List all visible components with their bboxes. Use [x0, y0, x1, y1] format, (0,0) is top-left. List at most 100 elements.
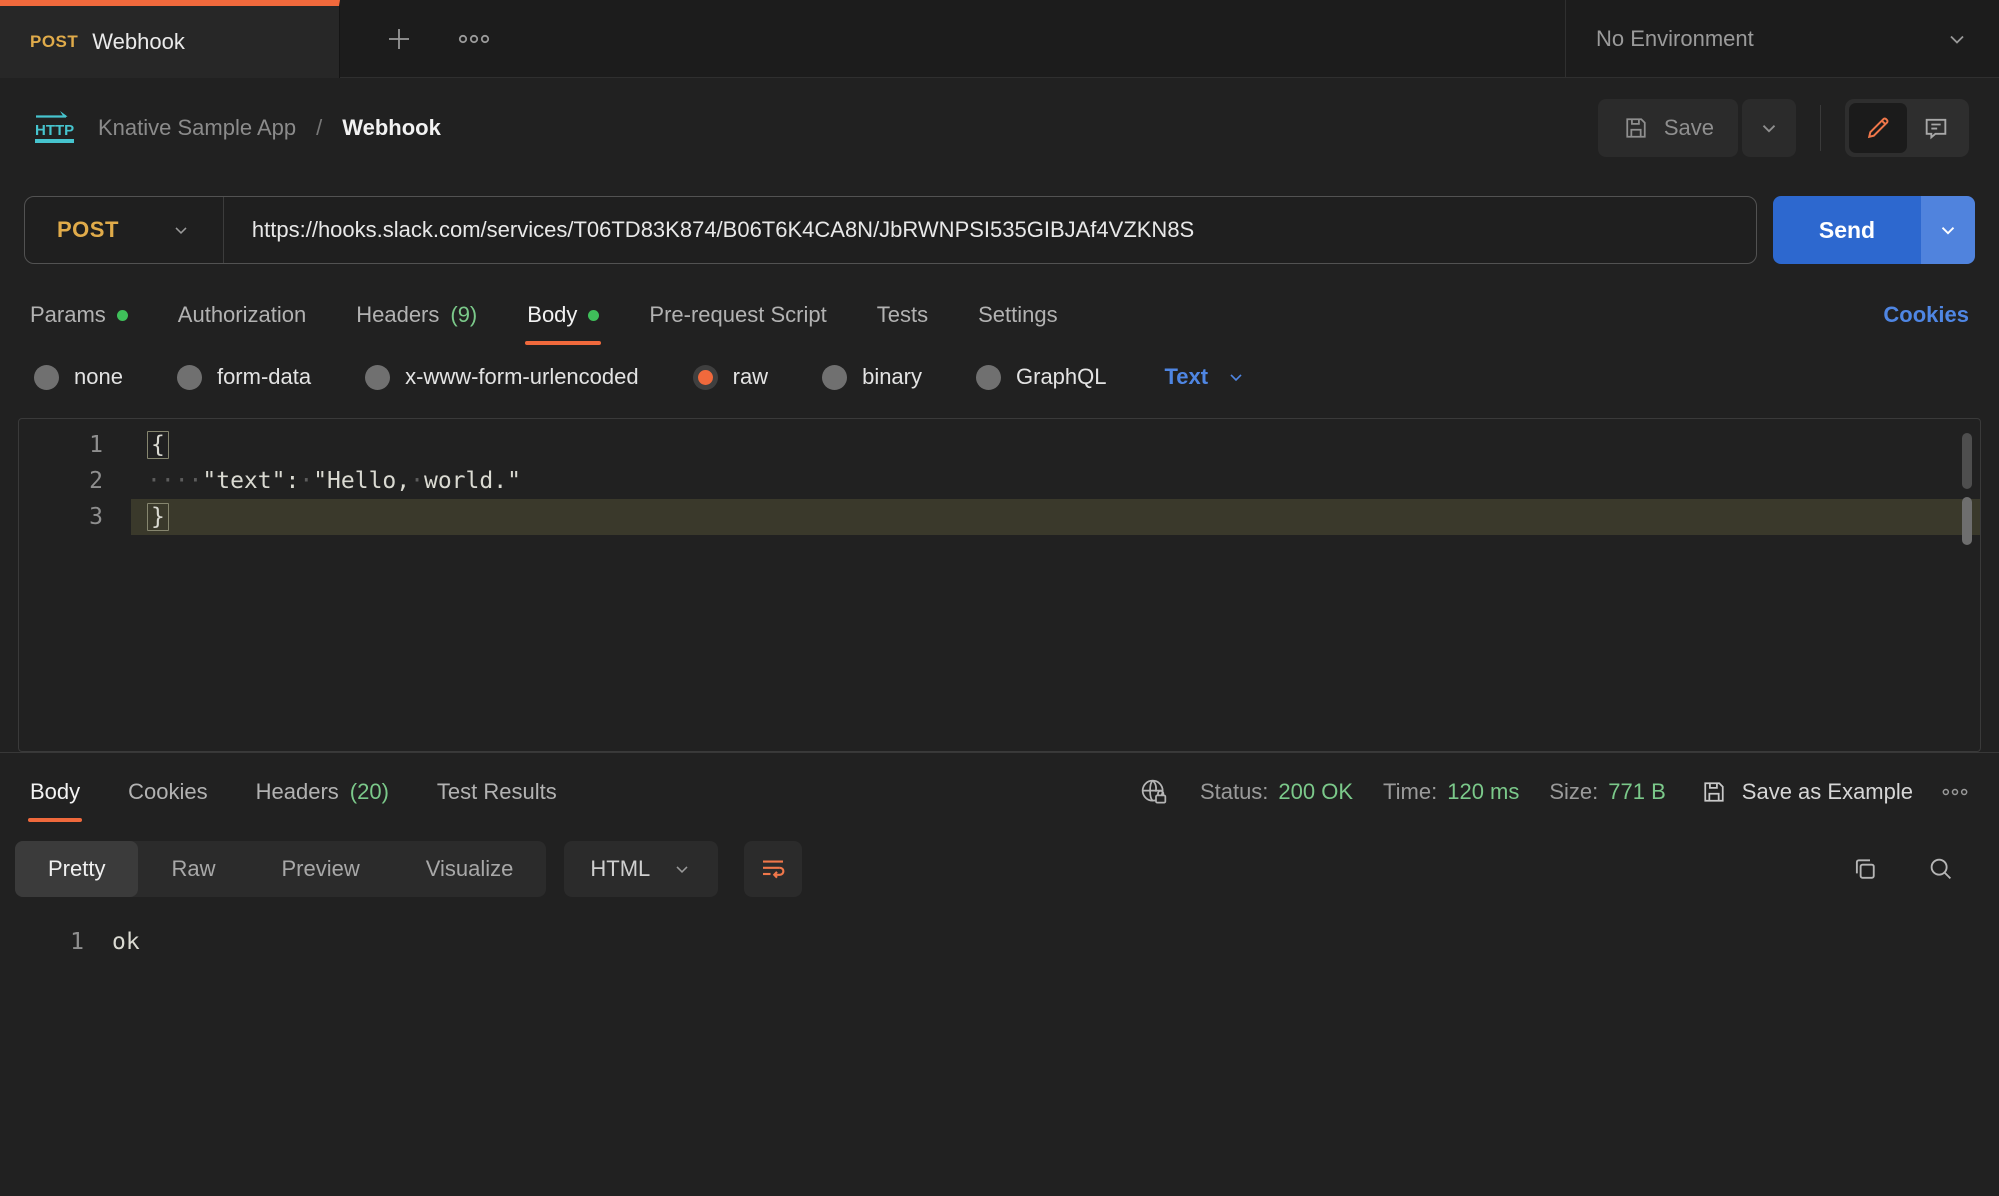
- copy-response-icon[interactable]: [1850, 854, 1880, 884]
- breadcrumb: HTTP Knative Sample App / Webhook: [30, 108, 1598, 148]
- mode-graphql[interactable]: GraphQL: [976, 364, 1107, 390]
- response-body-text: ok: [112, 929, 140, 955]
- response-tab-test-results[interactable]: Test Results: [437, 779, 557, 805]
- tab-prerequest-script[interactable]: Pre-request Script: [649, 302, 826, 328]
- cookies-link[interactable]: Cookies: [1883, 302, 1969, 328]
- floppy-disk-icon: [1700, 778, 1728, 806]
- view-raw-label: Raw: [171, 856, 215, 882]
- status-label: Status:: [1200, 779, 1268, 805]
- open-request-tab[interactable]: POST Webhook: [0, 0, 340, 78]
- tab-title: Webhook: [92, 29, 185, 55]
- response-tab-body[interactable]: Body: [30, 779, 80, 805]
- raw-language-dropdown[interactable]: Text: [1165, 364, 1247, 390]
- response-more-options-icon[interactable]: [1941, 787, 1969, 797]
- tab-settings-label: Settings: [978, 302, 1058, 328]
- editor-code: ····"text":·"Hello,·world.": [131, 463, 1980, 499]
- url-row: POST https://hooks.slack.com/services/T0…: [24, 196, 1975, 264]
- mode-urlencoded[interactable]: x-www-form-urlencoded: [365, 364, 639, 390]
- tab-settings[interactable]: Settings: [978, 302, 1058, 328]
- radio-graphql-icon: [976, 365, 1001, 390]
- headers-count-badge: (9): [450, 302, 477, 328]
- editor-line-2: 2 ····"text":·"Hello,·world.": [19, 463, 1980, 499]
- environment-label: No Environment: [1596, 26, 1933, 52]
- mode-raw[interactable]: raw: [693, 364, 768, 390]
- tab-params[interactable]: Params: [30, 302, 128, 328]
- breadcrumb-collection[interactable]: Knative Sample App: [98, 115, 296, 141]
- view-visualize[interactable]: Visualize: [393, 841, 547, 897]
- wrap-lines-button[interactable]: [744, 841, 802, 897]
- save-as-example-label: Save as Example: [1742, 779, 1913, 805]
- response-tab-body-label: Body: [30, 779, 80, 805]
- new-tab-button[interactable]: [384, 24, 414, 54]
- view-preview[interactable]: Preview: [248, 841, 392, 897]
- chevron-down-icon: [171, 220, 191, 240]
- request-tabbar: POST Webhook No Environment: [0, 0, 1999, 78]
- response-tab-headers[interactable]: Headers (20): [256, 779, 389, 805]
- svg-text:HTTP: HTTP: [35, 122, 74, 139]
- mode-none[interactable]: none: [34, 364, 123, 390]
- mode-binary-label: binary: [862, 364, 922, 390]
- tab-method-badge: POST: [30, 32, 78, 52]
- tab-headers[interactable]: Headers (9): [356, 302, 477, 328]
- editor-line-1: 1 {: [19, 427, 1980, 463]
- comments-button[interactable]: [1907, 103, 1965, 153]
- response-tab-cookies[interactable]: Cookies: [128, 779, 207, 805]
- save-options-button[interactable]: [1742, 99, 1796, 157]
- method-dropdown[interactable]: POST: [25, 217, 223, 243]
- editor-cursor-marker[interactable]: [1962, 497, 1972, 545]
- tab-body[interactable]: Body: [527, 302, 599, 328]
- view-visualize-label: Visualize: [426, 856, 514, 882]
- view-raw[interactable]: Raw: [138, 841, 248, 897]
- environment-selector[interactable]: No Environment: [1565, 0, 1999, 77]
- header-divider: [1820, 105, 1821, 151]
- response-format-dropdown[interactable]: HTML: [564, 841, 718, 897]
- response-toolbar: Pretty Raw Preview Visualize HTML: [0, 841, 1999, 897]
- status-value: 200 OK: [1278, 779, 1353, 805]
- url-input[interactable]: https://hooks.slack.com/services/T06TD83…: [224, 217, 1222, 243]
- response-tabs: Body Cookies Headers (20) Test Results: [30, 779, 557, 805]
- close-brace: }: [147, 503, 169, 531]
- search-response-icon[interactable]: [1926, 854, 1956, 884]
- send-button[interactable]: Send: [1773, 196, 1921, 264]
- comment-bubble-icon: [1922, 114, 1950, 142]
- save-as-example-button[interactable]: Save as Example: [1700, 778, 1913, 806]
- chevron-down-icon: [1226, 367, 1246, 387]
- save-button[interactable]: Save: [1598, 99, 1738, 157]
- time-label: Time:: [1383, 779, 1437, 805]
- body-modified-dot: [588, 310, 599, 321]
- mode-form-data[interactable]: form-data: [177, 364, 311, 390]
- radio-binary-icon: [822, 365, 847, 390]
- tab-prerequest-label: Pre-request Script: [649, 302, 826, 328]
- edit-documentation-button[interactable]: [1849, 103, 1907, 153]
- view-preview-label: Preview: [281, 856, 359, 882]
- params-modified-dot: [117, 310, 128, 321]
- response-view-switcher: Pretty Raw Preview Visualize: [15, 841, 546, 897]
- tab-more-options-icon[interactable]: [458, 33, 490, 45]
- mode-form-data-label: form-data: [217, 364, 311, 390]
- view-pretty-label: Pretty: [48, 856, 105, 882]
- send-options-button[interactable]: [1921, 196, 1975, 264]
- radio-urlencoded-icon: [365, 365, 390, 390]
- response-format-label: HTML: [590, 856, 650, 882]
- tab-params-label: Params: [30, 302, 106, 328]
- response-body-line[interactable]: 1 ok: [0, 929, 1999, 955]
- line-number: 2: [19, 468, 131, 494]
- tab-tests[interactable]: Tests: [877, 302, 928, 328]
- response-tab-test-results-label: Test Results: [437, 779, 557, 805]
- radio-raw-selected-icon: [693, 365, 718, 390]
- time-value: 120 ms: [1447, 779, 1519, 805]
- tabbar-spacer: [534, 0, 1565, 77]
- http-protocol-icon: HTTP: [30, 108, 78, 148]
- view-pretty[interactable]: Pretty: [15, 841, 138, 897]
- breadcrumb-request-name[interactable]: Webhook: [342, 115, 441, 141]
- radio-form-data-icon: [177, 365, 202, 390]
- response-time: Time: 120 ms: [1383, 779, 1519, 805]
- floppy-disk-icon: [1622, 114, 1650, 142]
- globe-lock-icon[interactable]: [1138, 776, 1170, 808]
- request-body-editor[interactable]: 1 { 2 ····"text":·"Hello,·world." 3 }: [18, 418, 1981, 752]
- editor-scrollbar-thumb[interactable]: [1962, 433, 1972, 489]
- tab-authorization[interactable]: Authorization: [178, 302, 306, 328]
- url-bar: POST https://hooks.slack.com/services/T0…: [24, 196, 1757, 264]
- mode-binary[interactable]: binary: [822, 364, 922, 390]
- response-headers-count-badge: (20): [350, 779, 389, 805]
